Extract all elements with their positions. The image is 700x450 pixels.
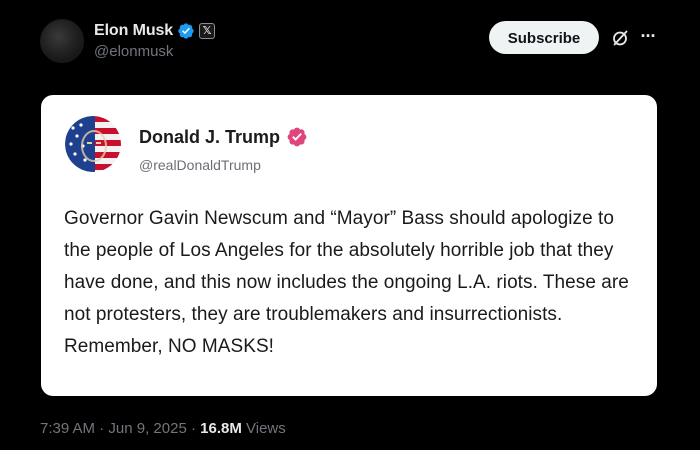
meta-separator: · [99,420,105,437]
views-count: 16.8M [200,420,242,437]
post-time[interactable]: 7:39 AM [40,420,95,437]
verified-badge-icon[interactable] [177,22,195,40]
quoted-author-name: Donald J. Trump [139,126,281,147]
subscribe-button[interactable]: Subscribe [489,21,599,54]
author-name-row: Elon Musk 𝕏 [94,20,216,42]
quoted-post-card: Donald J. Trump @realDonaldTrump Governo… [41,95,657,396]
meta-separator: · [190,420,196,437]
post-page: Elon Musk 𝕏 @elonmusk Subscribe ··· Dona… [0,0,700,450]
grok-icon[interactable] [610,28,630,48]
quoted-author-avatar [65,116,121,172]
quoted-verified-badge-icon [286,126,308,148]
post-date[interactable]: Jun 9, 2025 [108,420,186,437]
author-handle[interactable]: @elonmusk [94,43,173,60]
quoted-author-handle: @realDonaldTrump [139,157,261,173]
author-name[interactable]: Elon Musk [94,22,173,40]
post-metadata: 7:39 AM · Jun 9, 2025 · 16.8M Views [40,420,286,437]
more-options-icon[interactable]: ··· [638,27,658,48]
views-label: Views [246,420,286,437]
x-affiliate-badge-icon[interactable]: 𝕏 [199,23,216,39]
quoted-author-name-row: Donald J. Trump [139,125,308,149]
quoted-post-text: Governor Gavin Newscum and “Mayor” Bass … [64,208,629,357]
author-avatar[interactable] [40,19,84,63]
